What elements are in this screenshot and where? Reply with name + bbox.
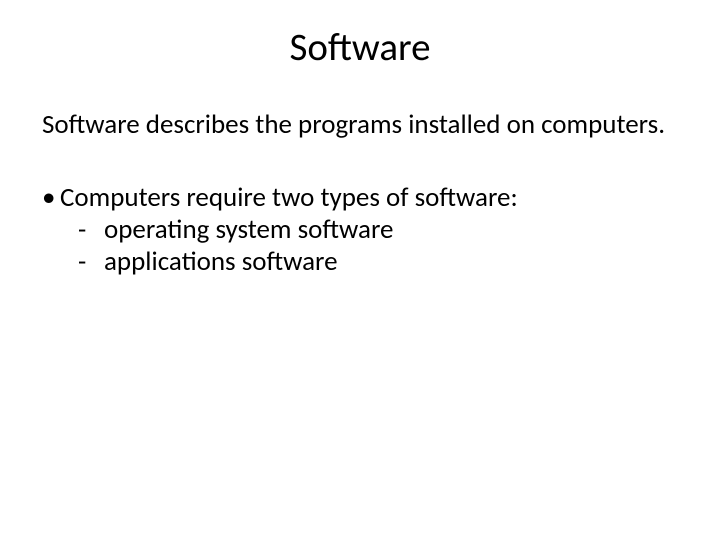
sub-text-2: applications software (104, 246, 338, 278)
bullet-item: Computers require two types of software: (42, 182, 678, 214)
sub-item-2: applications software (78, 246, 678, 278)
slide-title: Software (42, 24, 678, 71)
intro-text: Software describes the programs installe… (42, 109, 678, 140)
sub-text-1: operating system software (104, 214, 393, 246)
dash-icon (78, 214, 104, 246)
bullet-icon (42, 182, 60, 214)
slide: Software Software describes the programs… (0, 0, 720, 540)
sub-list: operating system software applications s… (78, 214, 678, 278)
sub-item-1: operating system software (78, 214, 678, 246)
bullet-text: Computers require two types of software: (60, 182, 518, 214)
dash-icon (78, 246, 104, 278)
